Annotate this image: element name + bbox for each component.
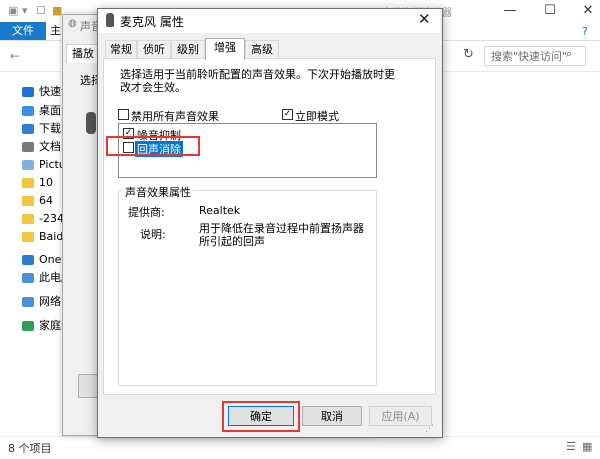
- star-icon: [22, 87, 34, 97]
- document-icon: [22, 142, 34, 152]
- sidebar-item[interactable]: 下载: [0, 119, 66, 139]
- status-bar: [0, 436, 600, 459]
- minimize-icon[interactable]: —: [500, 3, 520, 18]
- cloud-icon: [22, 255, 34, 265]
- new-folder-icon[interactable]: ■: [52, 4, 62, 17]
- sidebar-item[interactable]: 64: [0, 191, 66, 211]
- folder-icon: [22, 178, 34, 188]
- sidebar-item[interactable]: 桌面: [0, 101, 66, 121]
- immediate-mode-label: 立即模式: [295, 110, 339, 123]
- sidebar-item[interactable]: 家庭组: [0, 316, 66, 336]
- effect-properties-legend: 声音效果属性: [123, 184, 193, 200]
- sidebar-item[interactable]: -2345: [0, 209, 66, 229]
- computer-icon: [22, 273, 34, 283]
- sidebar-item[interactable]: OneDrive: [0, 250, 66, 270]
- pictures-icon: [22, 160, 34, 170]
- sidebar-item-label: 文档: [39, 140, 61, 153]
- microphone-icon: [106, 13, 114, 27]
- item-count: 8 个项目: [8, 442, 52, 455]
- sidebar-item[interactable]: 文档: [0, 137, 66, 157]
- ribbon-file-tab[interactable]: 文件: [0, 22, 46, 40]
- close-icon[interactable]: ✕: [578, 3, 598, 18]
- tab-advanced[interactable]: 高级: [245, 40, 279, 59]
- ok-button-highlight: [222, 401, 300, 432]
- network-icon: [22, 297, 34, 307]
- download-icon: [22, 124, 34, 134]
- large-icons-view-icon[interactable]: ▦: [582, 440, 592, 453]
- explorer-app-icon: ▣: [8, 4, 19, 17]
- enhancements-description: 选择适用于当前聆听配置的声音效果。下次开始播放时更改才会生效。: [120, 68, 395, 94]
- tab-general[interactable]: 常规: [105, 40, 137, 59]
- sidebar-item-label: 桌面: [39, 104, 61, 117]
- explanation-value: 用于降低在录音过程中前置扬声器所引起的回声: [199, 222, 364, 248]
- sidebar-item[interactable]: 10: [0, 173, 66, 193]
- tab-listen[interactable]: 侦听: [137, 40, 171, 59]
- sidebar-item[interactable]: 网络: [0, 292, 66, 312]
- back-arrow-icon[interactable]: ←: [10, 49, 20, 63]
- sidebar-item[interactable]: Pictures: [0, 155, 66, 175]
- properties-icon[interactable]: ☐: [36, 4, 46, 17]
- provider-value: Realtek: [199, 204, 241, 217]
- dialog-title: 麦克风 属性: [120, 15, 184, 29]
- sidebar-item-label: 10: [39, 176, 53, 189]
- cancel-button[interactable]: 取消: [302, 406, 362, 426]
- folder-icon: [22, 232, 34, 242]
- dialog-close-icon[interactable]: ✕: [418, 10, 431, 28]
- tab-playback[interactable]: 播放: [66, 44, 100, 63]
- folder-icon: [22, 196, 34, 206]
- speaker-icon: ◍: [68, 18, 77, 29]
- details-view-icon[interactable]: ☰: [566, 440, 576, 453]
- apply-button[interactable]: 应用(A): [369, 406, 432, 426]
- sidebar-item[interactable]: 快速访问: [0, 82, 66, 102]
- sidebar-item-label: 64: [39, 194, 53, 207]
- resize-grip-icon[interactable]: ⋰: [425, 424, 434, 434]
- desktop-icon: [22, 106, 34, 116]
- quick-access-toolbar-icon[interactable]: ▾: [22, 4, 28, 17]
- explanation-label: 说明:: [140, 228, 166, 241]
- maximize-icon[interactable]: ☐: [540, 3, 560, 18]
- disable-all-checkbox[interactable]: [118, 109, 129, 120]
- tab-enhancements[interactable]: 增强: [205, 38, 245, 60]
- help-icon[interactable]: ?: [582, 25, 588, 38]
- immediate-mode-checkbox[interactable]: ✓: [282, 109, 293, 120]
- homegroup-icon: [22, 321, 34, 331]
- device-icon: [86, 112, 96, 134]
- sidebar-item-label: 网络: [39, 295, 61, 308]
- refresh-icon[interactable]: ↻: [463, 47, 474, 62]
- sidebar-item[interactable]: 此电脑: [0, 268, 66, 288]
- sidebar-item[interactable]: Baidu: [0, 227, 66, 247]
- disable-all-label: 禁用所有声音效果: [131, 110, 219, 123]
- sidebar-item-label: 下载: [39, 122, 61, 135]
- provider-label: 提供商:: [128, 206, 165, 219]
- tab-levels[interactable]: 级别: [171, 40, 205, 59]
- folder-icon: [22, 214, 34, 224]
- echo-cancellation-highlight: [106, 136, 200, 156]
- search-icon: ⌕: [566, 47, 573, 60]
